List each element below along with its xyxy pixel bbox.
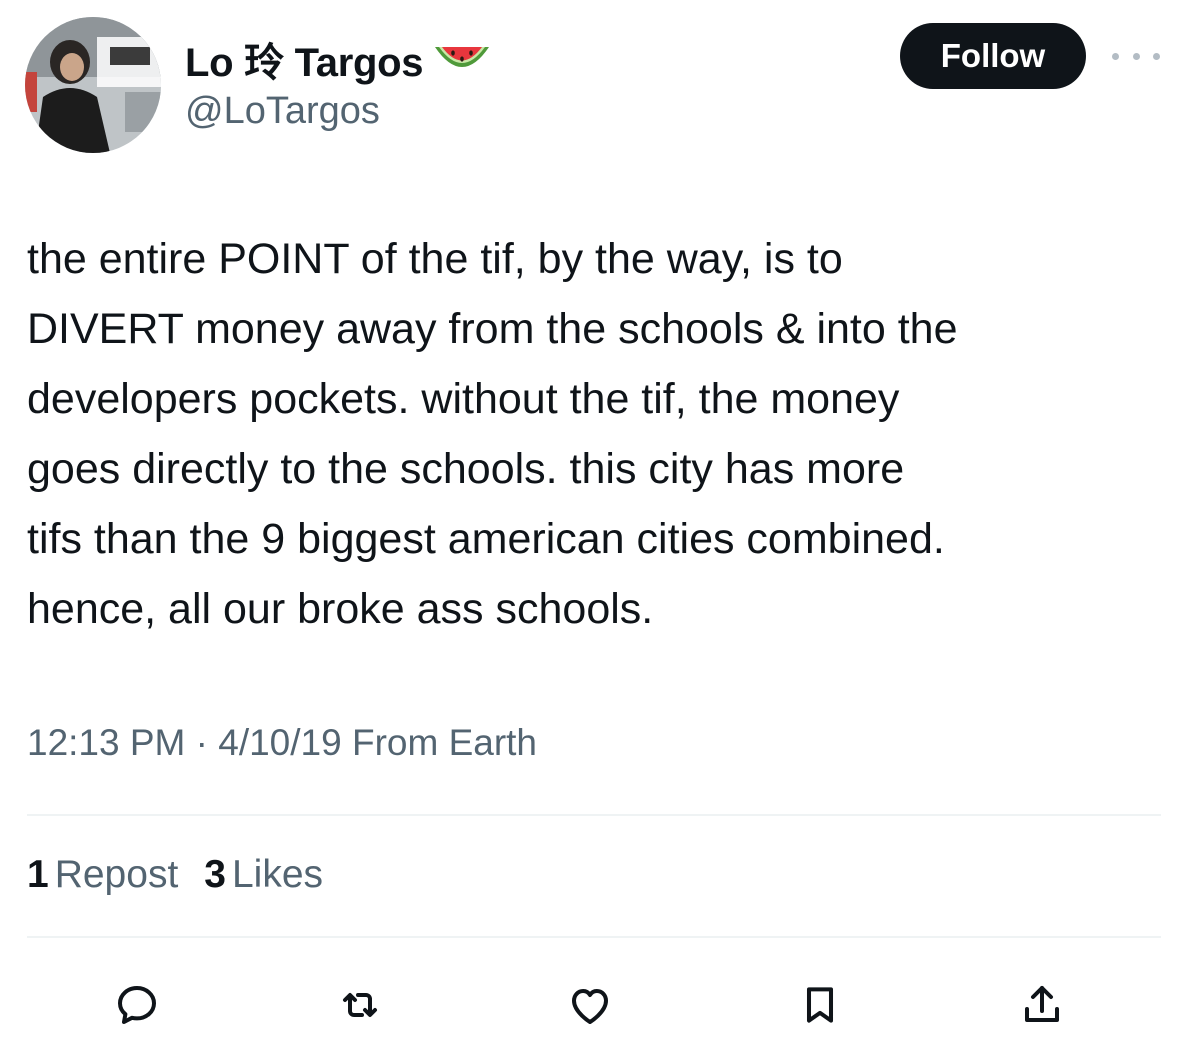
reposts-label: Repost [54, 853, 179, 896]
divider [27, 936, 1161, 938]
engagement-stats: 1 Repost 3 Likes [27, 853, 323, 897]
tweet-line: DIVERT money away from the schools & int… [27, 305, 958, 353]
tweet-line: tifs than the 9 biggest american cities … [27, 515, 945, 563]
bookmark-icon[interactable] [790, 975, 850, 1035]
share-icon[interactable] [1012, 975, 1072, 1035]
display-name[interactable]: Lo 玲 Targos [185, 30, 423, 88]
author-name-row[interactable]: Lo 玲 Targos [185, 30, 491, 88]
watermelon-icon [433, 39, 491, 79]
tweet-card: Lo 玲 Targos @LoTargos Follow the entire … [0, 0, 1179, 1056]
dot [1112, 52, 1119, 60]
profile-photo-icon [25, 17, 161, 153]
retweet-icon[interactable] [330, 975, 390, 1035]
tweet-line: hence, all our broke ass schools. [27, 585, 654, 633]
follow-button[interactable]: Follow [900, 23, 1086, 89]
user-handle[interactable]: @LoTargos [185, 90, 380, 133]
avatar[interactable] [25, 17, 161, 153]
tweet-timestamp[interactable]: 12:13 PM · 4/10/19 From Earth [27, 722, 537, 764]
like-icon[interactable] [560, 975, 620, 1035]
more-dots-icon[interactable] [1112, 44, 1160, 68]
tweet-body: the entire POINT of the tif, by the way,… [27, 224, 1167, 644]
likes-count: 3 [204, 853, 226, 896]
tweet-line: goes directly to the schools. this city … [27, 445, 905, 493]
likes-label: Likes [231, 853, 324, 896]
dot [1132, 52, 1140, 60]
divider [27, 814, 1161, 816]
reposts-count: 1 [27, 853, 49, 896]
reposts-stat[interactable]: 1 Repost [27, 853, 178, 897]
tweet-line: the entire POINT of the tif, by the way,… [27, 235, 843, 283]
dot [1153, 52, 1160, 60]
tweet-line: developers pockets. without the tif, the… [27, 375, 900, 423]
likes-stat[interactable]: 3 Likes [204, 853, 323, 897]
reply-icon[interactable] [107, 975, 167, 1035]
